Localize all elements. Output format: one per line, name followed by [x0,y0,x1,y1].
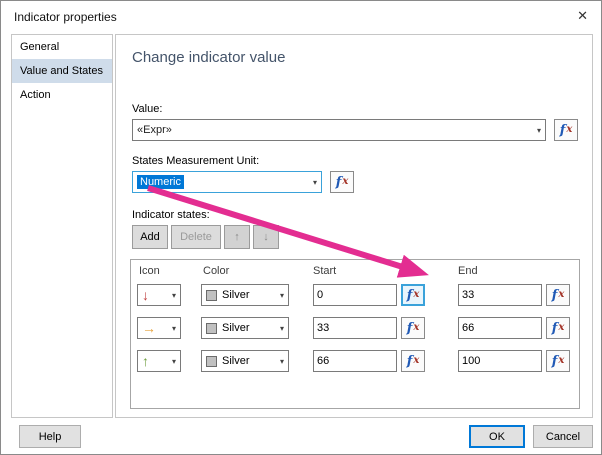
ok-button[interactable]: OK [469,425,525,448]
column-header-color: Color [203,265,230,277]
page-title: Change indicator value [132,49,286,66]
end-expression-button[interactable]: fx [546,317,570,339]
move-down-button[interactable]: ↓ [253,225,279,249]
color-label: Silver [222,355,250,367]
chevron-down-icon: ▾ [279,356,284,366]
right-arrow-icon: → [142,320,156,336]
color-dropdown[interactable]: Silver ▾ [201,317,289,339]
fx-icon: f [406,320,413,336]
start-value-input[interactable] [313,350,397,372]
unit-dropdown[interactable]: Numeric ▾ [132,171,322,193]
fx-icon: f [551,353,558,369]
table-row: → ▾ Silver ▾ fx fx [131,317,579,341]
color-swatch [206,355,217,367]
chevron-down-icon: ▾ [171,290,176,300]
column-header-start: Start [313,265,337,277]
unit-dropdown-text: Numeric [137,175,184,189]
color-label: Silver [222,322,250,334]
chevron-down-icon: ▾ [171,323,176,333]
unit-expression-button[interactable]: fx [330,171,354,193]
titlebar: Indicator properties ✕ [1,1,601,31]
color-swatch [206,289,217,301]
down-arrow-icon: ↓ [263,231,269,243]
color-swatch [206,322,217,334]
start-expression-button[interactable]: fx [401,350,425,372]
start-expression-button[interactable]: fx [401,284,425,306]
up-arrow-icon: ↑ [234,231,240,243]
table-row: ↑ ▾ Silver ▾ fx fx [131,350,579,374]
table-row: ↓ ▾ Silver ▾ fx fx [131,284,579,308]
up-arrow-icon: ↑ [142,353,149,369]
column-header-icon: Icon [139,265,160,277]
column-header-end: End [458,265,478,277]
dialog-title: Indicator properties [14,10,117,24]
end-expression-button[interactable]: fx [546,284,570,306]
color-dropdown[interactable]: Silver ▾ [201,284,289,306]
states-table: Icon Color Start End ↓ ▾ Silver ▾ fx [130,259,580,409]
delete-state-button[interactable]: Delete [171,225,221,249]
end-value-input[interactable] [458,317,542,339]
start-value-input[interactable] [313,284,397,306]
down-arrow-icon: ↓ [142,287,149,303]
indicator-properties-dialog: Indicator properties ✕ General Value and… [0,0,602,455]
sidebar: General Value and States Action [11,34,113,418]
start-value-input[interactable] [313,317,397,339]
chevron-down-icon: ▾ [171,356,176,366]
add-state-button[interactable]: Add [132,225,168,249]
indicator-states-label: Indicator states: [132,209,210,221]
fx-icon: f [551,287,558,303]
value-expression-button[interactable]: fx [554,119,578,141]
move-up-button[interactable]: ↑ [224,225,250,249]
chevron-down-icon: ▾ [279,290,284,300]
start-expression-button[interactable]: fx [401,317,425,339]
chevron-down-icon: ▾ [279,323,284,333]
end-value-input[interactable] [458,284,542,306]
fx-icon: f [406,353,413,369]
icon-dropdown[interactable]: → ▾ [137,317,181,339]
cancel-button[interactable]: Cancel [533,425,593,448]
fx-icon: f [406,287,413,303]
main-panel: Change indicator value Value: «Expr» ▾ f… [115,34,593,418]
fx-icon: f [559,122,566,138]
color-label: Silver [222,289,250,301]
chevron-down-icon: ▾ [536,125,541,135]
end-value-input[interactable] [458,350,542,372]
icon-dropdown[interactable]: ↓ ▾ [137,284,181,306]
close-icon[interactable]: ✕ [577,8,588,24]
sidebar-item-action[interactable]: Action [12,83,112,107]
fx-icon: f [551,320,558,336]
value-dropdown-text: «Expr» [137,124,172,136]
icon-dropdown[interactable]: ↑ ▾ [137,350,181,372]
fx-icon: f [335,174,342,190]
sidebar-item-value-and-states[interactable]: Value and States [12,59,112,83]
color-dropdown[interactable]: Silver ▾ [201,350,289,372]
end-expression-button[interactable]: fx [546,350,570,372]
help-button[interactable]: Help [19,425,81,448]
value-label: Value: [132,103,163,115]
chevron-down-icon: ▾ [312,177,317,187]
value-dropdown[interactable]: «Expr» ▾ [132,119,546,141]
sidebar-item-general[interactable]: General [12,35,112,59]
unit-label: States Measurement Unit: [132,155,260,167]
